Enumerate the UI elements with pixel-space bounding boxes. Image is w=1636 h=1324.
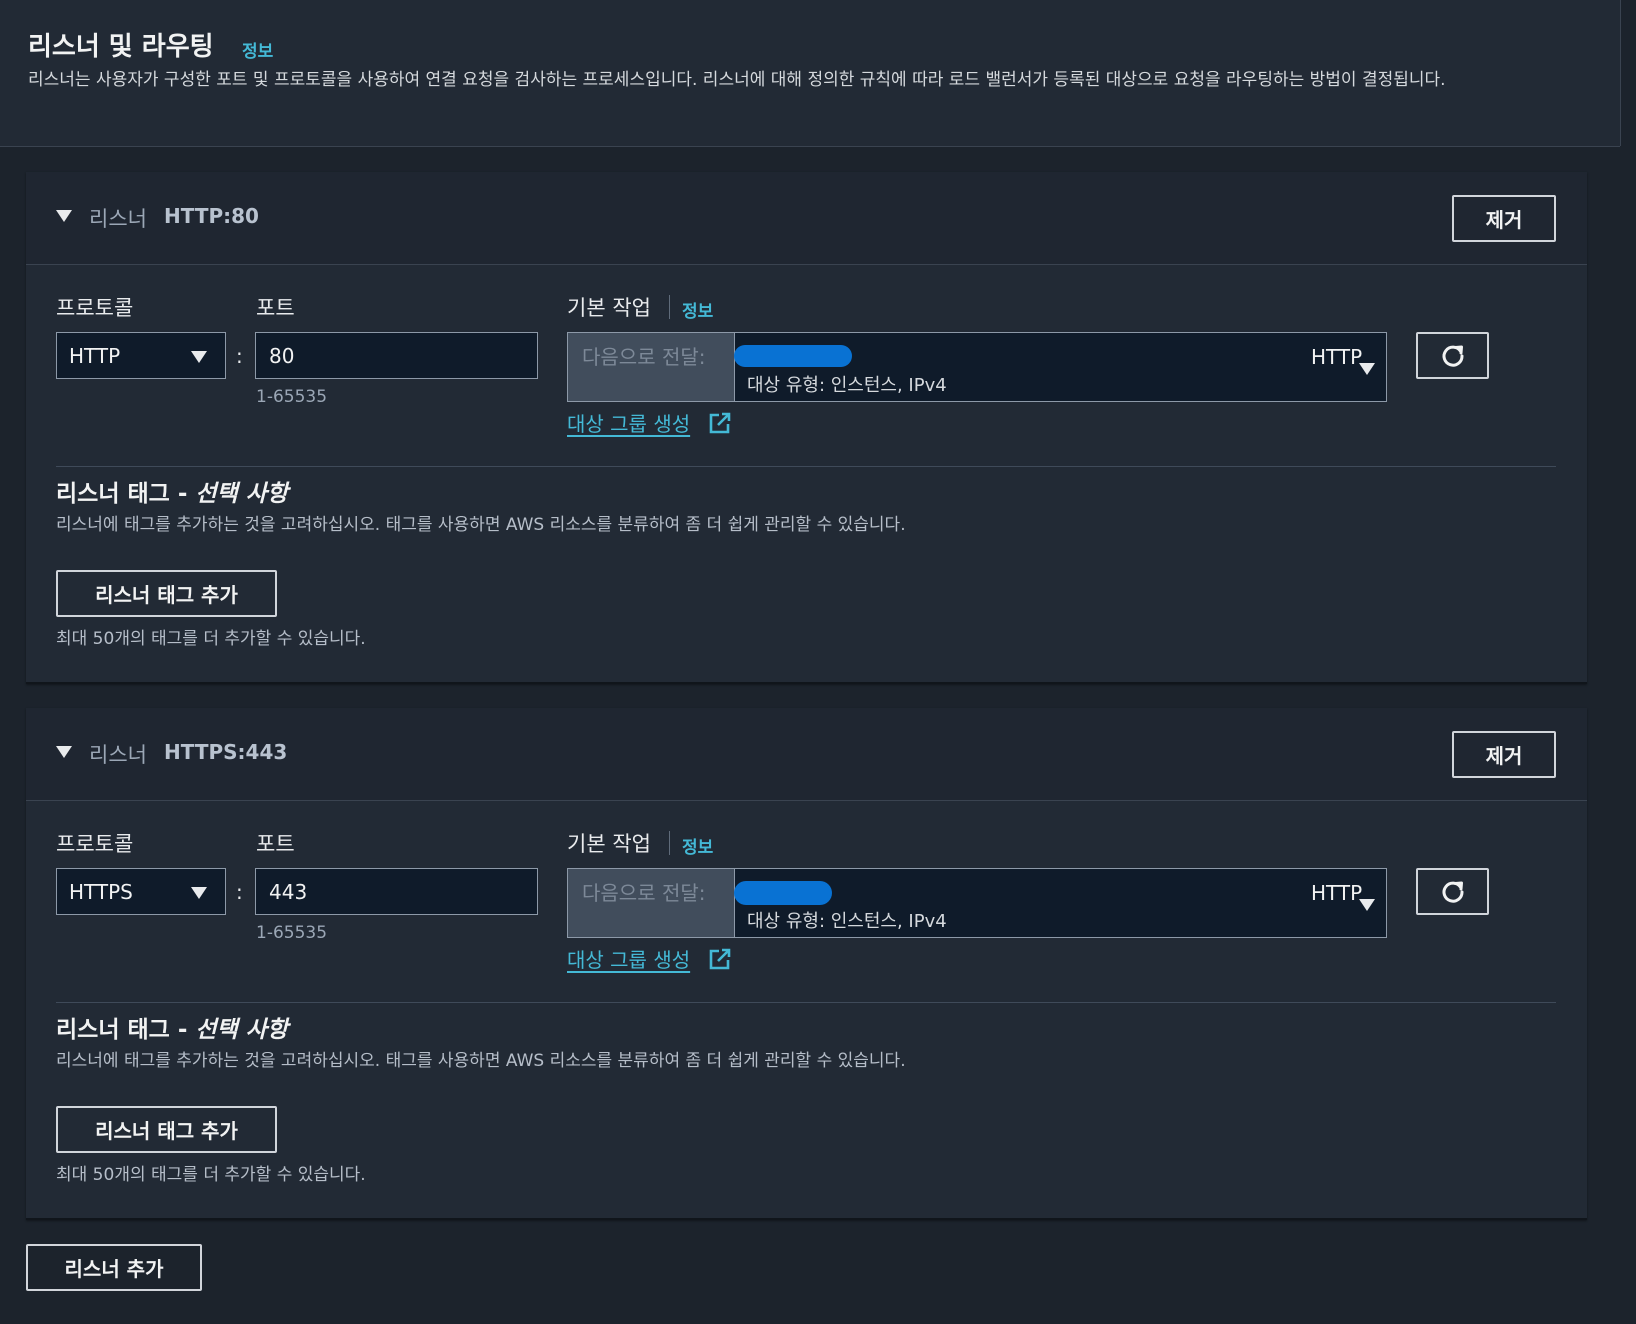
external-link-icon[interactable] bbox=[708, 947, 732, 971]
triangle-down-icon bbox=[1359, 363, 1375, 375]
triangle-down-icon bbox=[191, 351, 207, 363]
create-target-group-link[interactable]: 대상 그룹 생성 bbox=[567, 944, 690, 973]
refresh-icon bbox=[1442, 881, 1464, 903]
add-listener-button[interactable]: 리스너 추가 bbox=[26, 1244, 202, 1291]
port-input[interactable]: 443 bbox=[255, 868, 538, 915]
label-separator bbox=[669, 831, 670, 855]
target-protocol: HTTP bbox=[1311, 881, 1363, 905]
port-label: 포트 bbox=[256, 832, 295, 856]
info-link[interactable]: 정보 bbox=[242, 37, 273, 62]
protocol-value: HTTP bbox=[69, 344, 121, 368]
target-type: 대상 유형: 인스턴스, IPv4 bbox=[747, 911, 947, 932]
redacted-target-name bbox=[734, 881, 832, 905]
colon-separator: : bbox=[236, 344, 243, 368]
port-hint: 1-65535 bbox=[256, 923, 328, 943]
listener-panel-http: 리스너 HTTP:80 제거 프로토콜 HTTP : 포트 80 1-65535… bbox=[26, 172, 1587, 684]
target-group-select[interactable]: 다음으로 전달: 대상 유형: 인스턴스, IPv4 HTTP bbox=[567, 868, 1387, 938]
listener-panel-https: 리스너 HTTPS:443 제거 프로토콜 HTTPS : 포트 443 1-6… bbox=[26, 708, 1587, 1220]
listener-label: 리스너 bbox=[89, 207, 147, 231]
tags-optional: 선택 사항 bbox=[195, 481, 289, 507]
port-hint: 1-65535 bbox=[256, 387, 328, 407]
tags-description: 리스너에 태그를 추가하는 것을 고려하십시오. 태그를 사용하면 AWS 리소… bbox=[56, 1051, 906, 1071]
tags-description: 리스너에 태그를 추가하는 것을 고려하십시오. 태그를 사용하면 AWS 리소… bbox=[56, 515, 906, 535]
tags-title-text: 리스너 태그 - bbox=[56, 481, 196, 507]
tag-limit-text: 최대 50개의 태그를 더 추가할 수 있습니다. bbox=[56, 629, 366, 649]
listener-label: 리스너 bbox=[89, 743, 147, 767]
divider bbox=[56, 466, 1556, 467]
remove-button[interactable]: 제거 bbox=[1452, 195, 1556, 242]
port-value: 80 bbox=[269, 344, 295, 368]
port-input[interactable]: 80 bbox=[255, 332, 538, 379]
port-value: 443 bbox=[269, 880, 308, 904]
refresh-button[interactable] bbox=[1416, 332, 1489, 379]
forward-to-label: 다음으로 전달: bbox=[582, 881, 706, 905]
section-title: 리스너 및 라우팅 bbox=[28, 32, 214, 62]
tags-title-text: 리스너 태그 - bbox=[56, 1017, 196, 1043]
tag-limit-text: 최대 50개의 태그를 더 추가할 수 있습니다. bbox=[56, 1165, 366, 1185]
caret-down-icon[interactable] bbox=[56, 210, 72, 222]
port-label: 포트 bbox=[256, 296, 295, 320]
protocol-label: 프로토콜 bbox=[56, 296, 134, 320]
header-divider bbox=[1620, 0, 1621, 146]
target-protocol: HTTP bbox=[1311, 345, 1363, 369]
label-separator bbox=[669, 295, 670, 319]
target-group-select[interactable]: 다음으로 전달: 대상 유형: 인스턴스, IPv4 HTTP bbox=[567, 332, 1387, 402]
default-action-label: 기본 작업 bbox=[567, 832, 651, 856]
redacted-target-name bbox=[734, 345, 852, 367]
tags-title: 리스너 태그 - 선택 사항 bbox=[56, 474, 288, 508]
caret-down-icon[interactable] bbox=[56, 746, 72, 758]
section-header: 리스너 및 라우팅 정보 리스너는 사용자가 구성한 포트 및 프로토콜을 사용… bbox=[0, 0, 1620, 147]
tags-optional: 선택 사항 bbox=[195, 1017, 289, 1043]
target-type: 대상 유형: 인스턴스, IPv4 bbox=[747, 375, 947, 396]
listener-name: HTTPS:443 bbox=[164, 740, 288, 764]
divider bbox=[56, 1002, 1556, 1003]
protocol-select[interactable]: HTTPS bbox=[56, 868, 226, 915]
forward-to-label: 다음으로 전달: bbox=[582, 345, 706, 369]
create-target-group-link[interactable]: 대상 그룹 생성 bbox=[567, 408, 690, 437]
action-info-link[interactable]: 정보 bbox=[682, 833, 713, 858]
listener-name: HTTP:80 bbox=[164, 204, 259, 228]
action-info-link[interactable]: 정보 bbox=[682, 297, 713, 322]
external-link-icon[interactable] bbox=[708, 411, 732, 435]
refresh-button[interactable] bbox=[1416, 868, 1489, 915]
protocol-label: 프로토콜 bbox=[56, 832, 134, 856]
colon-separator: : bbox=[236, 880, 243, 904]
section-description: 리스너는 사용자가 구성한 포트 및 프로토콜을 사용하여 연결 요청을 검사하… bbox=[28, 70, 1446, 90]
add-listener-tag-button[interactable]: 리스너 태그 추가 bbox=[56, 570, 277, 617]
remove-button[interactable]: 제거 bbox=[1452, 731, 1556, 778]
listener-header[interactable]: 리스너 HTTP:80 제거 bbox=[26, 172, 1587, 265]
triangle-down-icon bbox=[191, 887, 207, 899]
tags-title: 리스너 태그 - 선택 사항 bbox=[56, 1010, 288, 1044]
protocol-select[interactable]: HTTP bbox=[56, 332, 226, 379]
listener-header[interactable]: 리스너 HTTPS:443 제거 bbox=[26, 708, 1587, 801]
triangle-down-icon bbox=[1359, 899, 1375, 911]
protocol-value: HTTPS bbox=[69, 880, 133, 904]
forward-to-prefix: 다음으로 전달: bbox=[568, 869, 735, 937]
default-action-label: 기본 작업 bbox=[567, 296, 651, 320]
forward-to-prefix: 다음으로 전달: bbox=[568, 333, 735, 401]
refresh-icon bbox=[1442, 345, 1464, 367]
add-listener-tag-button[interactable]: 리스너 태그 추가 bbox=[56, 1106, 277, 1153]
